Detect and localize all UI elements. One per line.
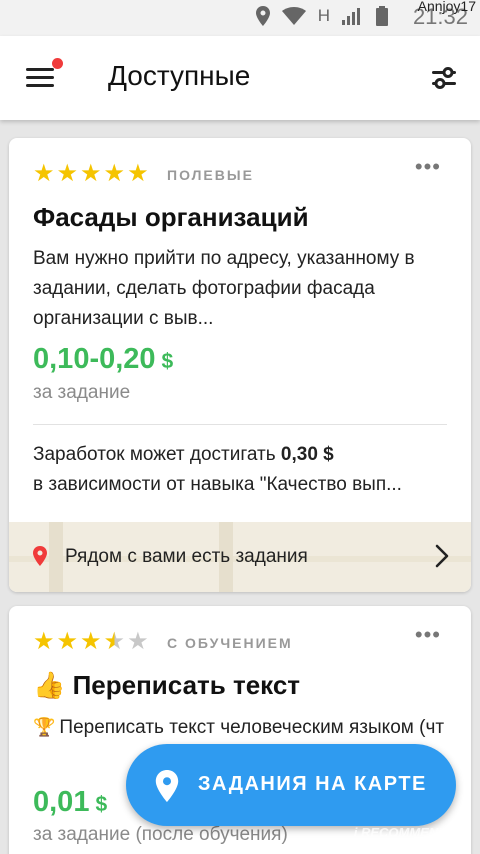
more-options-icon[interactable]: ••• — [415, 622, 441, 648]
rating-stars: ★ ★ ★ ★ ★ — [33, 162, 149, 186]
menu-button[interactable] — [26, 58, 63, 90]
status-bar: H 21:32 Annjoy17 — [0, 0, 480, 36]
tasks-on-map-button[interactable]: ЗАДАНИЯ НА КАРТЕ — [126, 744, 456, 826]
tasks-on-map-label: ЗАДАНИЯ НА КАРТЕ — [198, 773, 427, 795]
star-empty-icon: ★ — [127, 628, 149, 655]
map-pin-icon — [155, 770, 179, 802]
star-filled-icon: ★ — [33, 628, 55, 655]
earnings-prefix: Заработок может достигать — [33, 444, 281, 465]
app-bar: Доступные — [0, 36, 480, 120]
star-filled-icon: ★ — [127, 160, 149, 187]
task-price: 0,10-0,20 $ — [33, 343, 173, 376]
location-icon — [255, 6, 270, 26]
menu-icon-bar — [26, 84, 54, 87]
site-watermark: i RECOMMEND.RU — [353, 825, 470, 840]
price-currency: $ — [95, 793, 108, 816]
page-title: Доступные — [108, 60, 251, 91]
earnings-amount: 0,30 $ — [280, 444, 334, 465]
chevron-right-icon — [435, 544, 449, 568]
menu-icon-bar — [26, 76, 54, 79]
battery-icon — [376, 6, 388, 26]
task-title-row: 👍 Переписать текст — [33, 670, 300, 701]
star-half-icon: ★ — [103, 628, 126, 655]
more-options-icon[interactable]: ••• — [415, 154, 441, 180]
thumbs-up-icon: 👍 — [33, 670, 66, 700]
star-filled-icon: ★ — [103, 160, 126, 187]
network-type-label: H — [317, 6, 330, 25]
status-icons: H — [255, 6, 388, 26]
earnings-info: Заработок может достигать 0,30 $ в завис… — [33, 440, 449, 500]
wifi-icon — [281, 7, 306, 25]
nearby-tasks-text: Рядом с вами есть задания — [65, 546, 308, 567]
star-filled-icon: ★ — [80, 160, 102, 187]
trophy-icon: 🏆 — [33, 717, 56, 737]
filter-settings-icon[interactable] — [430, 64, 458, 92]
notification-dot — [52, 58, 63, 69]
task-title: Переписать текст — [72, 670, 301, 700]
price-value: 0,10-0,20 — [33, 343, 156, 375]
task-card[interactable]: ★ ★ ★ ★ ★ ПОЛЕВЫЕ ••• Фасады организаций Вам… — [9, 138, 471, 592]
earnings-line: Заработок может достигать 0,30 $ — [33, 440, 449, 470]
price-caption: за задание — [33, 382, 131, 403]
task-category: С ОБУЧЕНИЕМ — [167, 635, 293, 651]
earnings-skill-note: в зависимости от навыка "Качество вып... — [33, 474, 402, 495]
map-pin-icon — [33, 546, 47, 566]
task-price: 0,01 $ — [33, 786, 107, 819]
price-currency: $ — [161, 350, 174, 373]
card-divider — [33, 424, 447, 425]
price-value: 0,01 — [33, 786, 90, 818]
signal-icon — [342, 8, 360, 25]
star-filled-icon: ★ — [33, 160, 55, 187]
star-filled-icon: ★ — [56, 628, 79, 655]
task-description: Переписать текст человеческим языком (чт — [59, 717, 445, 738]
task-category: ПОЛЕВЫЕ — [167, 167, 254, 183]
nearby-tasks-banner[interactable]: Рядом с вами есть задания — [9, 522, 471, 592]
task-title: Фасады организаций — [33, 202, 309, 232]
menu-icon-bar — [26, 68, 54, 71]
star-filled-icon: ★ — [80, 628, 102, 655]
rating-stars: ★ ★ ★ ★ ★ — [33, 630, 149, 654]
star-filled-icon: ★ — [56, 160, 79, 187]
task-description: Вам нужно прийти по адресу, указанному в… — [33, 248, 415, 329]
watermark-username: Annjoy17 — [417, 0, 476, 14]
price-caption: за задание (после обучения) — [33, 824, 288, 845]
